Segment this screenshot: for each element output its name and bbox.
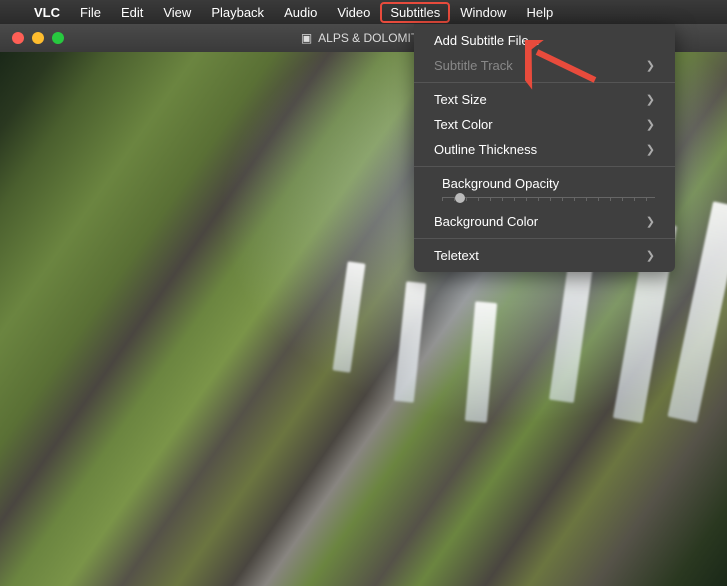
video-file-icon: ▣ bbox=[301, 31, 312, 45]
slider-thumb[interactable] bbox=[455, 193, 465, 203]
menu-separator bbox=[414, 166, 675, 167]
menu-item-label: Background Color bbox=[434, 214, 538, 229]
menu-view[interactable]: View bbox=[153, 2, 201, 23]
traffic-lights bbox=[12, 32, 64, 44]
menu-item-label: Add Subtitle File... bbox=[434, 33, 540, 48]
macos-menubar: VLC File Edit View Playback Audio Video … bbox=[0, 0, 727, 24]
menu-separator bbox=[414, 82, 675, 83]
menu-item-background-opacity[interactable]: Background Opacity bbox=[414, 171, 675, 209]
menu-item-background-color[interactable]: Background Color ❯ bbox=[414, 209, 675, 234]
menu-window[interactable]: Window bbox=[450, 2, 516, 23]
menu-separator bbox=[414, 238, 675, 239]
slider-label: Background Opacity bbox=[442, 176, 655, 191]
menu-audio[interactable]: Audio bbox=[274, 2, 327, 23]
menu-playback[interactable]: Playback bbox=[201, 2, 274, 23]
menu-item-text-size[interactable]: Text Size ❯ bbox=[414, 87, 675, 112]
menu-edit[interactable]: Edit bbox=[111, 2, 153, 23]
menu-item-teletext[interactable]: Teletext ❯ bbox=[414, 243, 675, 268]
window-title-text: ALPS & DOLOMITE bbox=[318, 31, 426, 45]
window-title: ▣ ALPS & DOLOMITE bbox=[301, 31, 426, 45]
subtitles-dropdown-menu: Add Subtitle File... Subtitle Track ❯ Te… bbox=[414, 24, 675, 272]
chevron-right-icon: ❯ bbox=[646, 118, 655, 131]
minimize-button[interactable] bbox=[32, 32, 44, 44]
menu-help[interactable]: Help bbox=[516, 2, 563, 23]
close-button[interactable] bbox=[12, 32, 24, 44]
menu-item-subtitle-track: Subtitle Track ❯ bbox=[414, 53, 675, 78]
menu-item-label: Outline Thickness bbox=[434, 142, 537, 157]
menu-item-label: Text Color bbox=[434, 117, 493, 132]
menu-item-label: Teletext bbox=[434, 248, 479, 263]
chevron-right-icon: ❯ bbox=[646, 59, 655, 72]
chevron-right-icon: ❯ bbox=[646, 249, 655, 262]
fullscreen-button[interactable] bbox=[52, 32, 64, 44]
menu-subtitles[interactable]: Subtitles bbox=[380, 2, 450, 23]
menu-file[interactable]: File bbox=[70, 2, 111, 23]
menu-item-add-subtitle-file[interactable]: Add Subtitle File... bbox=[414, 28, 675, 53]
menu-video[interactable]: Video bbox=[327, 2, 380, 23]
menu-item-outline-thickness[interactable]: Outline Thickness ❯ bbox=[414, 137, 675, 162]
app-menu[interactable]: VLC bbox=[24, 2, 70, 23]
chevron-right-icon: ❯ bbox=[646, 143, 655, 156]
chevron-right-icon: ❯ bbox=[646, 215, 655, 228]
menu-item-label: Subtitle Track bbox=[434, 58, 513, 73]
opacity-slider[interactable] bbox=[442, 197, 655, 201]
menu-item-text-color[interactable]: Text Color ❯ bbox=[414, 112, 675, 137]
menu-item-label: Text Size bbox=[434, 92, 487, 107]
chevron-right-icon: ❯ bbox=[646, 93, 655, 106]
